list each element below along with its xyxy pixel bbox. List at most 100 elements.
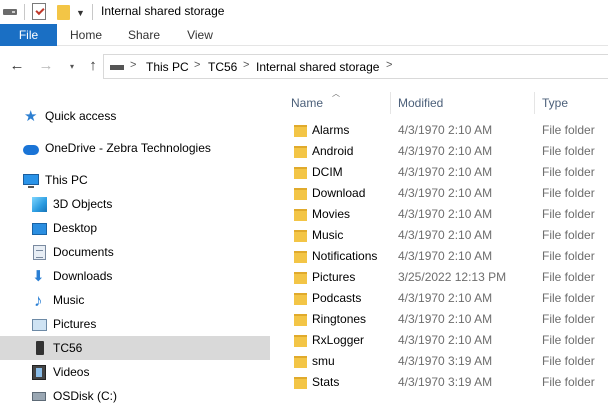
table-row[interactable]: Ringtones 4/3/1970 2:10 AM File folder bbox=[290, 309, 608, 330]
navigation-pane: Quick access OneDrive - Zebra Technologi… bbox=[0, 88, 272, 410]
picture-icon bbox=[32, 319, 47, 331]
folder-icon bbox=[294, 335, 307, 347]
title-bar: ▼ Internal shared storage bbox=[0, 0, 608, 24]
toolbar-divider bbox=[92, 4, 93, 20]
sidebar-item-downloads[interactable]: Downloads bbox=[0, 264, 270, 288]
mobile-device-icon bbox=[36, 341, 44, 355]
table-row[interactable]: Stats 4/3/1970 3:19 AM File folder bbox=[290, 372, 608, 393]
folder-icon bbox=[294, 356, 307, 368]
file-modified: 4/3/1970 3:19 AM bbox=[398, 354, 493, 368]
column-divider[interactable] bbox=[534, 92, 535, 114]
column-divider[interactable] bbox=[390, 92, 391, 114]
sidebar-item-label: OSDisk (C:) bbox=[53, 389, 117, 403]
drive-icon bbox=[110, 65, 124, 70]
breadcrumb-separator[interactable]: > bbox=[130, 59, 136, 71]
breadcrumb-tc56[interactable]: TC56 bbox=[208, 60, 237, 74]
film-icon bbox=[32, 365, 46, 380]
file-type: File folder bbox=[542, 186, 595, 200]
breadcrumb-this-pc[interactable]: This PC bbox=[146, 60, 189, 74]
back-arrow-icon[interactable]: ← bbox=[9, 58, 25, 74]
sidebar-item-music[interactable]: Music bbox=[0, 288, 270, 312]
file-type: File folder bbox=[542, 375, 595, 389]
sidebar-item-label: Desktop bbox=[53, 221, 98, 235]
tab-file[interactable]: File bbox=[0, 24, 57, 46]
folder-icon bbox=[294, 314, 307, 326]
toolbar-divider bbox=[24, 4, 25, 20]
dropdown-icon[interactable]: ▼ bbox=[76, 9, 85, 18]
table-row[interactable]: RxLogger 4/3/1970 2:10 AM File folder bbox=[290, 330, 608, 351]
cube-icon bbox=[32, 197, 47, 212]
file-type: File folder bbox=[542, 312, 595, 326]
table-row[interactable]: Download 4/3/1970 2:10 AM File folder bbox=[290, 183, 608, 204]
tab-share[interactable]: Share bbox=[128, 24, 160, 46]
table-row[interactable]: Pictures 3/25/2022 12:13 PM File folder bbox=[290, 267, 608, 288]
address-bar[interactable]: > This PC > TC56 > Internal shared stora… bbox=[103, 54, 608, 79]
file-modified: 4/3/1970 2:10 AM bbox=[398, 186, 493, 200]
file-name: Stats bbox=[312, 375, 340, 389]
sort-ascending-icon: ︿ bbox=[332, 89, 340, 98]
tab-home[interactable]: Home bbox=[70, 24, 102, 46]
file-type: File folder bbox=[542, 249, 595, 263]
file-type: File folder bbox=[542, 333, 595, 347]
table-row[interactable]: Podcasts 4/3/1970 2:10 AM File folder bbox=[290, 288, 608, 309]
table-row[interactable]: Movies 4/3/1970 2:10 AM File folder bbox=[290, 204, 608, 225]
breadcrumb-separator[interactable]: > bbox=[194, 59, 200, 71]
folder-icon bbox=[294, 230, 307, 242]
up-arrow-icon[interactable]: ↑ bbox=[85, 58, 101, 74]
sidebar-item-pictures[interactable]: Pictures bbox=[0, 312, 270, 336]
file-modified: 4/3/1970 2:10 AM bbox=[398, 333, 493, 347]
folder-icon bbox=[294, 146, 307, 158]
table-row[interactable]: Android 4/3/1970 2:10 AM File folder bbox=[290, 141, 608, 162]
sidebar-item-label: Documents bbox=[53, 245, 114, 259]
sidebar-item-desktop[interactable]: Desktop bbox=[0, 216, 270, 240]
cloud-icon bbox=[23, 145, 39, 155]
file-type: File folder bbox=[542, 144, 595, 158]
column-header-modified[interactable]: Modified bbox=[398, 96, 443, 110]
file-modified: 4/3/1970 2:10 AM bbox=[398, 165, 493, 179]
table-row[interactable]: Music 4/3/1970 2:10 AM File folder bbox=[290, 225, 608, 246]
drive-icon[interactable] bbox=[3, 9, 17, 15]
file-name: Alarms bbox=[312, 123, 350, 137]
sidebar-item-3d-objects[interactable]: 3D Objects bbox=[0, 192, 270, 216]
file-name: Podcasts bbox=[312, 291, 362, 305]
breadcrumb-separator[interactable]: > bbox=[243, 59, 249, 71]
recent-locations-icon[interactable]: ▾ bbox=[64, 59, 80, 75]
properties-check-icon[interactable] bbox=[32, 3, 46, 20]
table-row[interactable]: smu 4/3/1970 3:19 AM File folder bbox=[290, 351, 608, 372]
new-folder-icon[interactable] bbox=[57, 5, 70, 20]
tab-view[interactable]: View bbox=[186, 24, 214, 46]
sidebar-item-documents[interactable]: Documents bbox=[0, 240, 270, 264]
file-modified: 4/3/1970 2:10 AM bbox=[398, 123, 493, 137]
file-modified: 4/3/1970 2:10 AM bbox=[398, 249, 493, 263]
forward-arrow-icon[interactable]: → bbox=[38, 58, 54, 74]
folder-icon bbox=[294, 251, 307, 263]
file-name: DCIM bbox=[312, 165, 343, 179]
column-header-type[interactable]: Type bbox=[542, 96, 568, 110]
file-name: Ringtones bbox=[312, 312, 367, 326]
column-header-name[interactable]: Name bbox=[291, 96, 323, 110]
file-name: Pictures bbox=[312, 270, 356, 284]
file-modified: 3/25/2022 12:13 PM bbox=[398, 270, 507, 284]
folder-icon bbox=[294, 377, 307, 389]
sidebar-item-label: Pictures bbox=[53, 317, 97, 331]
sidebar-item-osdisk[interactable]: OSDisk (C:) bbox=[0, 384, 270, 408]
breadcrumb-separator[interactable]: > bbox=[386, 59, 392, 71]
sidebar-item-label: OneDrive - Zebra Technologies bbox=[45, 141, 211, 155]
sidebar-item-onedrive[interactable]: OneDrive - Zebra Technologies bbox=[0, 136, 270, 160]
star-icon bbox=[24, 109, 40, 125]
table-row[interactable]: Notifications 4/3/1970 2:10 AM File folder bbox=[290, 246, 608, 267]
window-title: Internal shared storage bbox=[101, 4, 225, 18]
sidebar-item-this-pc[interactable]: This PC bbox=[0, 168, 270, 192]
table-row[interactable]: Alarms 4/3/1970 2:10 AM File folder bbox=[290, 120, 608, 141]
sidebar-item-tc56[interactable]: TC56 bbox=[0, 336, 270, 360]
sidebar-item-videos[interactable]: Videos bbox=[0, 360, 270, 384]
sidebar-item-label: Videos bbox=[53, 365, 90, 379]
file-modified: 4/3/1970 3:19 AM bbox=[398, 375, 493, 389]
disk-icon bbox=[32, 392, 46, 401]
breadcrumb-internal-storage[interactable]: Internal shared storage bbox=[256, 60, 379, 74]
file-type: File folder bbox=[542, 165, 595, 179]
file-type: File folder bbox=[542, 291, 595, 305]
file-modified: 4/3/1970 2:10 AM bbox=[398, 144, 493, 158]
table-row[interactable]: DCIM 4/3/1970 2:10 AM File folder bbox=[290, 162, 608, 183]
sidebar-item-quick-access[interactable]: Quick access bbox=[0, 104, 270, 128]
